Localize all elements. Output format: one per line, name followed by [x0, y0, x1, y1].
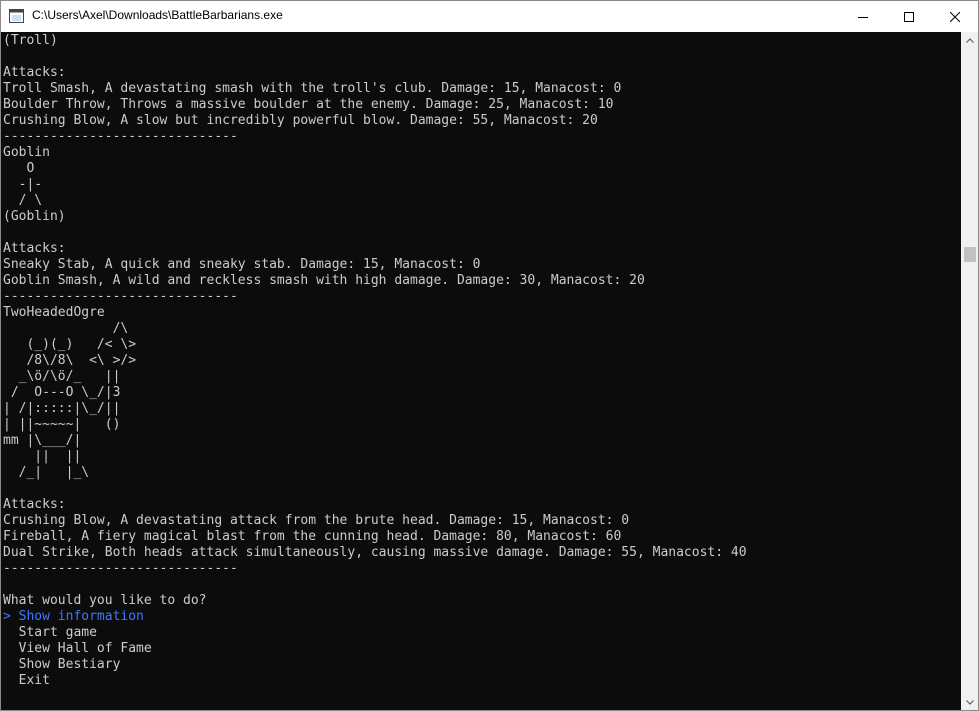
menu-item-exit[interactable]: Exit — [3, 673, 747, 689]
minimize-icon — [858, 16, 868, 18]
console-app-icon — [9, 9, 24, 23]
console-window: C:\Users\Axel\Downloads\BattleBarbarians… — [0, 0, 979, 711]
console-text: (Troll) Attacks: Troll Smash, A devastat… — [3, 33, 747, 689]
menu-item-show-information[interactable]: > Show information — [3, 609, 747, 625]
console-output-area[interactable]: (Troll) Attacks: Troll Smash, A devastat… — [1, 32, 961, 710]
close-button[interactable] — [932, 1, 978, 32]
window-title: C:\Users\Axel\Downloads\BattleBarbarians… — [32, 8, 283, 22]
scroll-down-button[interactable] — [961, 694, 978, 710]
scroll-down-arrow-icon — [965, 700, 974, 705]
menu-item-view-hall-of-fame[interactable]: View Hall of Fame — [3, 641, 747, 657]
minimize-button[interactable] — [840, 1, 886, 32]
maximize-button[interactable] — [886, 1, 932, 32]
close-icon — [950, 11, 960, 22]
menu-item-show-bestiary[interactable]: Show Bestiary — [3, 657, 747, 673]
scrollbar-thumb[interactable] — [964, 247, 976, 262]
console-output: (Troll) Attacks: Troll Smash, A devastat… — [3, 33, 747, 608]
menu-item-start-game[interactable]: Start game — [3, 625, 747, 641]
maximize-icon — [904, 11, 914, 22]
title-bar[interactable]: C:\Users\Axel\Downloads\BattleBarbarians… — [1, 1, 978, 32]
scroll-up-button[interactable] — [961, 32, 978, 49]
scroll-up-arrow-icon — [965, 38, 974, 43]
vertical-scrollbar[interactable] — [961, 32, 978, 710]
